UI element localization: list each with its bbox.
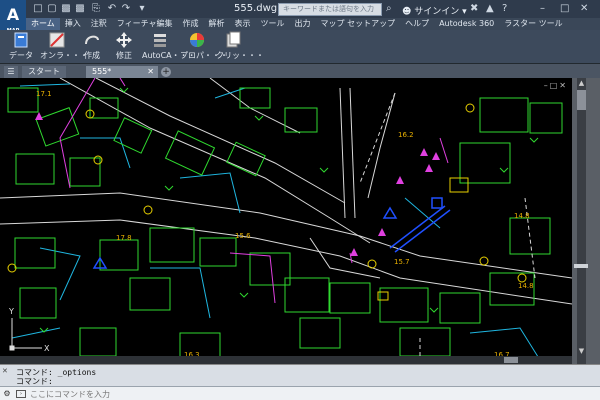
ucs-icon (9, 318, 42, 351)
create-label: 作成 (84, 51, 100, 60)
properties-button[interactable]: プロパ・・・ (180, 31, 228, 63)
tab-map-setup[interactable]: マップ セットアップ (316, 18, 401, 30)
title-bar: A MAP □ ▢ ▩ ▩ ⎘ ↶ ↷ ▾ 555.dwg キーワードまたは語句… (0, 0, 600, 36)
minimize-icon[interactable]: – (540, 3, 545, 15)
dashed-lines (359, 92, 536, 358)
horizontal-scrollbar[interactable] (0, 356, 572, 364)
scroll-thumb[interactable] (577, 90, 586, 110)
print-icon[interactable]: ⎘ (90, 3, 102, 15)
hscroll-thumb[interactable] (504, 357, 518, 363)
tabs-menu-icon[interactable]: ☰ (4, 66, 18, 78)
clipboard-button[interactable]: クリッ・・・ (216, 31, 264, 63)
ucs-x-label: X (44, 344, 50, 353)
viewport-window-controls[interactable]: –□✕ (544, 81, 568, 90)
parcel-polygons (7, 87, 563, 362)
tab-home[interactable]: ホーム (26, 18, 60, 30)
tab-output[interactable]: 出力 (290, 18, 316, 30)
file-tabs: ☰ スタート 555* ✕ + (0, 64, 600, 78)
close-icon[interactable]: ✕ (580, 3, 588, 15)
properties-label: プロパ・・・ (180, 51, 228, 60)
online-button[interactable]: オンラ・・・ (40, 31, 88, 63)
create-icon (85, 35, 99, 45)
new-file-icon[interactable]: ▢ (46, 3, 58, 15)
tab-start[interactable]: スタート (22, 66, 66, 78)
binoculars-icon[interactable]: ⌕ (386, 3, 398, 15)
spot-height-label: 14.8 (514, 212, 530, 220)
exchange-icon[interactable]: ✖ (470, 3, 478, 15)
spot-height-label: 17.1 (36, 90, 52, 98)
tab-view[interactable]: 表示 (230, 18, 256, 30)
save-icon[interactable]: ▩ (60, 3, 72, 15)
tab-autodesk-360[interactable]: Autodesk 360 (434, 18, 499, 30)
command-input[interactable] (30, 388, 570, 400)
command-history-line: コマンド: (16, 377, 53, 386)
tab-help[interactable]: ヘルプ (400, 18, 434, 30)
tab-annotate[interactable]: 注釈 (86, 18, 112, 30)
tab-raster-tools[interactable]: ラスター ツール (499, 18, 567, 30)
modify-icon (116, 32, 132, 48)
redo-icon[interactable]: ↷ (120, 3, 132, 15)
clipboard-label: クリッ・・・ (216, 51, 264, 60)
online-icon (49, 32, 65, 48)
ucs-y-label: Y (8, 307, 14, 316)
tab-insert[interactable]: 挿入 (60, 18, 86, 30)
command-prompt-icon: › (16, 390, 26, 398)
command-line: ⚙ › (0, 386, 600, 400)
vegetation-symbols (39, 87, 539, 333)
modify-button[interactable]: 修正 (110, 31, 138, 63)
map-drawing: 17.1 16.2 14.8 17.8 15.6 15.7 14.8 16.3 … (0, 78, 572, 362)
road-lines (0, 78, 572, 305)
spot-height-label: 14.8 (518, 282, 534, 290)
restore-icon[interactable]: □ (560, 3, 569, 15)
help-icon[interactable]: ? (502, 3, 507, 15)
tab-create[interactable]: 作成 (178, 18, 204, 30)
create-button[interactable]: 作成 (78, 31, 106, 63)
scroll-marker (574, 264, 588, 268)
clipboard-icon (226, 31, 241, 48)
properties-icon (190, 33, 204, 47)
vertical-scrollbar[interactable]: ▲ ▼ (572, 78, 600, 364)
tab-analyze[interactable]: 解析 (204, 18, 230, 30)
spot-height-label: 15.6 (235, 232, 251, 240)
search-input[interactable]: キーワードまたは語句を入力 (278, 3, 382, 16)
folder-open-icon[interactable]: □ (32, 3, 44, 15)
command-history: ✕ コマンド: _options コマンド: (0, 364, 600, 386)
tab-555[interactable]: 555* ✕ (86, 66, 158, 78)
dropdown-icon[interactable]: ▾ (136, 3, 148, 15)
document-title: 555.dwg (234, 3, 278, 14)
spot-height-label: 17.8 (116, 234, 132, 242)
drawing-canvas[interactable]: 17.1 16.2 14.8 17.8 15.6 15.7 14.8 16.3 … (0, 78, 572, 364)
data-button[interactable]: データ (4, 31, 38, 63)
command-panel-close-icon[interactable]: ✕ (2, 367, 8, 375)
tab-feature-edit[interactable]: フィーチャ編集 (112, 18, 178, 30)
spot-height-label: 16.2 (398, 131, 414, 139)
autocad-label: AutoCA・・・ (142, 51, 196, 60)
online-label: オンラ・・・ (40, 51, 88, 60)
ribbon-tabs: ホーム 挿入 注釈 フィーチャ編集 作成 解析 表示 ツール 出力 マップ セッ… (26, 18, 600, 30)
save-as-icon[interactable]: ▩ (74, 3, 86, 15)
signin-button[interactable]: ☻ サインイン ▾ (402, 4, 467, 17)
scroll-down-icon[interactable]: ▼ (576, 346, 587, 356)
data-icon (14, 32, 28, 48)
signin-label: サインイン (414, 7, 460, 17)
autodesk-icon[interactable]: ▲ (486, 3, 494, 15)
new-tab-button[interactable]: + (161, 67, 171, 77)
autocad-icon (154, 34, 166, 47)
tab-tools[interactable]: ツール (256, 18, 290, 30)
spot-height-label: 15.7 (394, 258, 410, 266)
app-logo-icon: A (6, 5, 20, 24)
modify-label: 修正 (116, 51, 132, 60)
undo-icon[interactable]: ↶ (106, 3, 118, 15)
scroll-track[interactable] (577, 78, 586, 364)
yellow-symbols (7, 103, 527, 301)
command-history-line: コマンド: _options (16, 368, 97, 377)
data-label: データ (9, 51, 33, 60)
autocad-button[interactable]: AutoCA・・・ (142, 31, 196, 63)
scroll-up-icon[interactable]: ▲ (576, 78, 587, 88)
tab-555-label: 555* (92, 67, 112, 76)
ribbon-panel: データ オンラ・・・ 作成 修正 AutoCA・・・ プロパ・・・ クリッ・・・ (0, 30, 600, 64)
customize-icon[interactable]: ⚙ (2, 389, 12, 399)
close-tab-icon[interactable]: ✕ (147, 66, 154, 78)
cyan-lines (11, 83, 541, 361)
